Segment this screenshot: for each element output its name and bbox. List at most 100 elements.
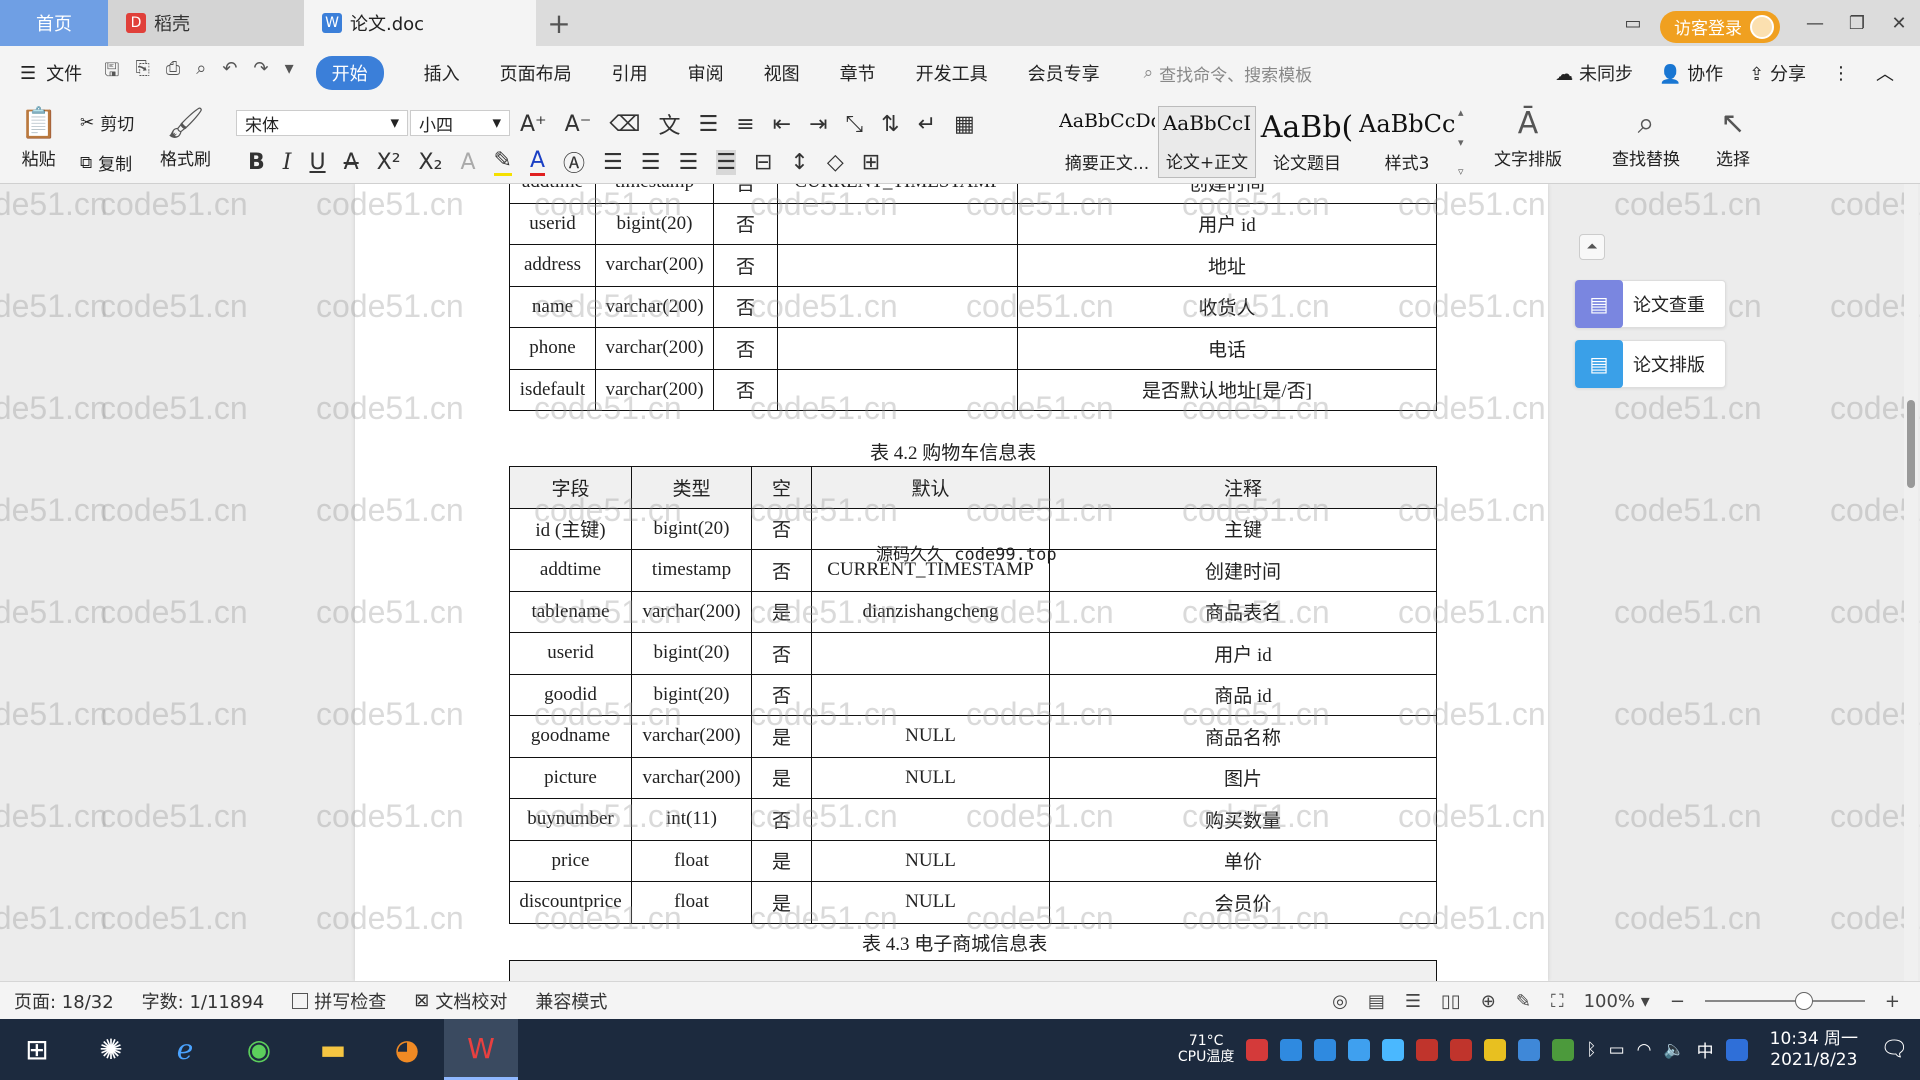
cpu-temp[interactable]: 71°C CPU温度 <box>1178 1033 1234 1065</box>
numbered-list-icon[interactable]: ≡ <box>736 112 754 137</box>
text-direction-icon[interactable]: ⤡ <box>846 112 864 137</box>
subscript-icon[interactable]: X₂ <box>419 150 443 175</box>
shading-icon[interactable]: ◇ <box>827 150 844 175</box>
reading-view-icon[interactable]: ▯▯ <box>1441 991 1461 1012</box>
ie-browser-icon[interactable]: ℯ <box>148 1019 222 1080</box>
style-paper-body[interactable]: AaBbCcI 论文+正文 <box>1158 106 1256 178</box>
battery-icon[interactable]: ▭ <box>1609 1040 1625 1060</box>
sort-icon[interactable]: ⇅ <box>881 112 899 137</box>
print-icon[interactable]: ⎙ <box>166 58 180 88</box>
copy-button[interactable]: ⧉ 复制 <box>80 150 132 176</box>
find-replace-button[interactable]: ⌕ 查找替换 <box>1612 106 1680 170</box>
zoom-slider-knob[interactable] <box>1795 992 1814 1010</box>
fit-page-icon[interactable]: ⛶ <box>1551 991 1564 1012</box>
page-indicator[interactable]: 页面: 18/32 <box>14 988 114 1014</box>
bluetooth-icon[interactable]: ᛒ <box>1586 1040 1596 1060</box>
save-icon[interactable]: 🖫 <box>104 58 119 88</box>
spell-check-toggle[interactable]: 拼写检查 <box>292 988 386 1014</box>
file-explorer-icon[interactable]: ▬ <box>296 1019 370 1080</box>
pen-icon[interactable]: ✎ <box>1516 991 1531 1012</box>
cut-button[interactable]: ✂ 剪切 <box>80 110 134 136</box>
customize-dropdown-icon[interactable]: ▾ <box>285 58 294 88</box>
select-button[interactable]: ↖ 选择 <box>1716 106 1750 170</box>
decrease-indent-icon[interactable]: ⇤ <box>773 112 791 137</box>
zoom-slider[interactable] <box>1704 992 1865 1010</box>
share-button[interactable]: ⇪ 分享 <box>1749 60 1806 86</box>
zoom-out-icon[interactable]: − <box>1670 991 1685 1012</box>
superscript-icon[interactable]: X² <box>377 150 401 175</box>
eye-protection-icon[interactable]: ◎ <box>1332 991 1348 1012</box>
more-icon[interactable]: ⋮ <box>1832 63 1850 84</box>
menu-page-layout[interactable]: 页面布局 <box>500 60 572 86</box>
menu-references[interactable]: 引用 <box>612 60 648 86</box>
italic-icon[interactable]: I <box>283 150 292 175</box>
tray-app-icon[interactable] <box>1484 1038 1507 1061</box>
window-layout-icon[interactable]: ▭ <box>1612 0 1654 46</box>
line-spacing-icon[interactable]: ↕ <box>790 150 808 175</box>
visitor-login-button[interactable]: 访客登录 <box>1660 10 1780 43</box>
grow-font-icon[interactable]: A⁺ <box>520 112 547 137</box>
tray-app-icon[interactable] <box>1348 1038 1371 1061</box>
line-break-icon[interactable]: ↵ <box>918 112 936 137</box>
zoom-level[interactable]: 100% ▾ <box>1584 991 1650 1012</box>
scrollbar-thumb[interactable] <box>1907 400 1915 488</box>
table-grid-icon[interactable]: ▦ <box>954 112 975 137</box>
char-border-icon[interactable]: Ⓐ <box>563 146 585 178</box>
clear-format-icon[interactable]: ⌫ <box>609 112 640 137</box>
paper-check-button[interactable]: ▤ 论文查重 <box>1574 280 1726 328</box>
undo-icon[interactable]: ↶ <box>222 58 237 88</box>
wifi-icon[interactable]: ◠ <box>1637 1040 1652 1060</box>
phonetic-icon[interactable]: 文 <box>658 108 680 140</box>
paper-layout-button[interactable]: ▤ 论文排版 <box>1574 340 1726 388</box>
underline-icon[interactable]: U <box>309 150 325 175</box>
menu-review[interactable]: 审阅 <box>688 60 724 86</box>
menu-start[interactable]: 开始 <box>315 56 384 90</box>
align-right-icon[interactable]: ☰ <box>678 150 698 175</box>
style-paper-title[interactable]: AaBb( 论文题目 <box>1258 106 1356 178</box>
bullet-list-icon[interactable]: ☰ <box>698 112 718 137</box>
tray-app-icon[interactable] <box>1314 1038 1337 1061</box>
text-layout-button[interactable]: Ā 文字排版 <box>1494 106 1562 170</box>
web-view-icon[interactable]: ⊕ <box>1481 991 1496 1012</box>
export-icon[interactable]: ⎘ <box>135 58 149 88</box>
styles-scroll[interactable]: ▴ ▾ ▿ <box>1458 106 1472 178</box>
menu-chapter[interactable]: 章节 <box>840 60 876 86</box>
align-left-icon[interactable]: ☰ <box>603 150 623 175</box>
bold-icon[interactable]: B <box>248 150 265 175</box>
outline-view-icon[interactable]: ☰ <box>1405 991 1421 1012</box>
tray-app-icon[interactable] <box>1450 1038 1473 1061</box>
tab-daoke[interactable]: D 稻壳 <box>108 0 304 46</box>
tray-app-icon[interactable] <box>1416 1038 1439 1061</box>
highlight-icon[interactable]: ✎ <box>493 148 512 176</box>
text-effect-icon[interactable]: A <box>460 150 475 175</box>
tab-home[interactable]: 首页 <box>0 0 108 46</box>
paste-button[interactable]: 📋 粘贴 <box>20 106 57 170</box>
clock[interactable]: 10:34 周一 2021/8/23 <box>1770 1029 1858 1070</box>
collapse-ribbon-icon[interactable]: ︿ <box>1876 60 1894 86</box>
file-menu[interactable]: ☰ 文件 <box>20 60 82 86</box>
nvidia-icon[interactable] <box>1552 1038 1575 1061</box>
format-painter-button[interactable]: 🖌 格式刷 <box>160 106 211 170</box>
style-abstract-body[interactable]: AaBbCcDd 摘要正文... <box>1058 106 1156 178</box>
menu-view[interactable]: 视图 <box>764 60 800 86</box>
restore-icon[interactable]: ❐ <box>1836 0 1878 46</box>
tray-app-icon[interactable] <box>1280 1038 1303 1061</box>
media-app-icon[interactable]: ◕ <box>370 1019 444 1080</box>
print-preview-icon[interactable]: ⌕ <box>196 58 206 88</box>
page-view-icon[interactable]: ▤ <box>1368 991 1385 1012</box>
style-3[interactable]: AaBbCc 样式3 <box>1358 106 1456 178</box>
volume-icon[interactable]: 🔈 <box>1663 1040 1684 1060</box>
windows-start-icon[interactable]: ⊞ <box>0 1019 74 1080</box>
ime-indicator[interactable]: 中 <box>1697 1037 1714 1062</box>
shield-icon[interactable] <box>1382 1038 1405 1061</box>
align-center-icon[interactable]: ☰ <box>641 150 661 175</box>
menu-insert[interactable]: 插入 <box>424 60 460 86</box>
justify-icon[interactable]: ☰ <box>716 149 736 175</box>
borders-icon[interactable]: ⊞ <box>862 150 880 175</box>
new-tab-button[interactable]: + <box>536 0 582 46</box>
browser-360-icon[interactable]: ◉ <box>222 1019 296 1080</box>
font-color-icon[interactable]: A <box>529 148 545 176</box>
sync-button[interactable]: ☁ 未同步 <box>1555 60 1633 86</box>
tab-document[interactable]: W 论文.doc <box>304 0 536 46</box>
shrink-font-icon[interactable]: A⁻ <box>565 112 592 137</box>
